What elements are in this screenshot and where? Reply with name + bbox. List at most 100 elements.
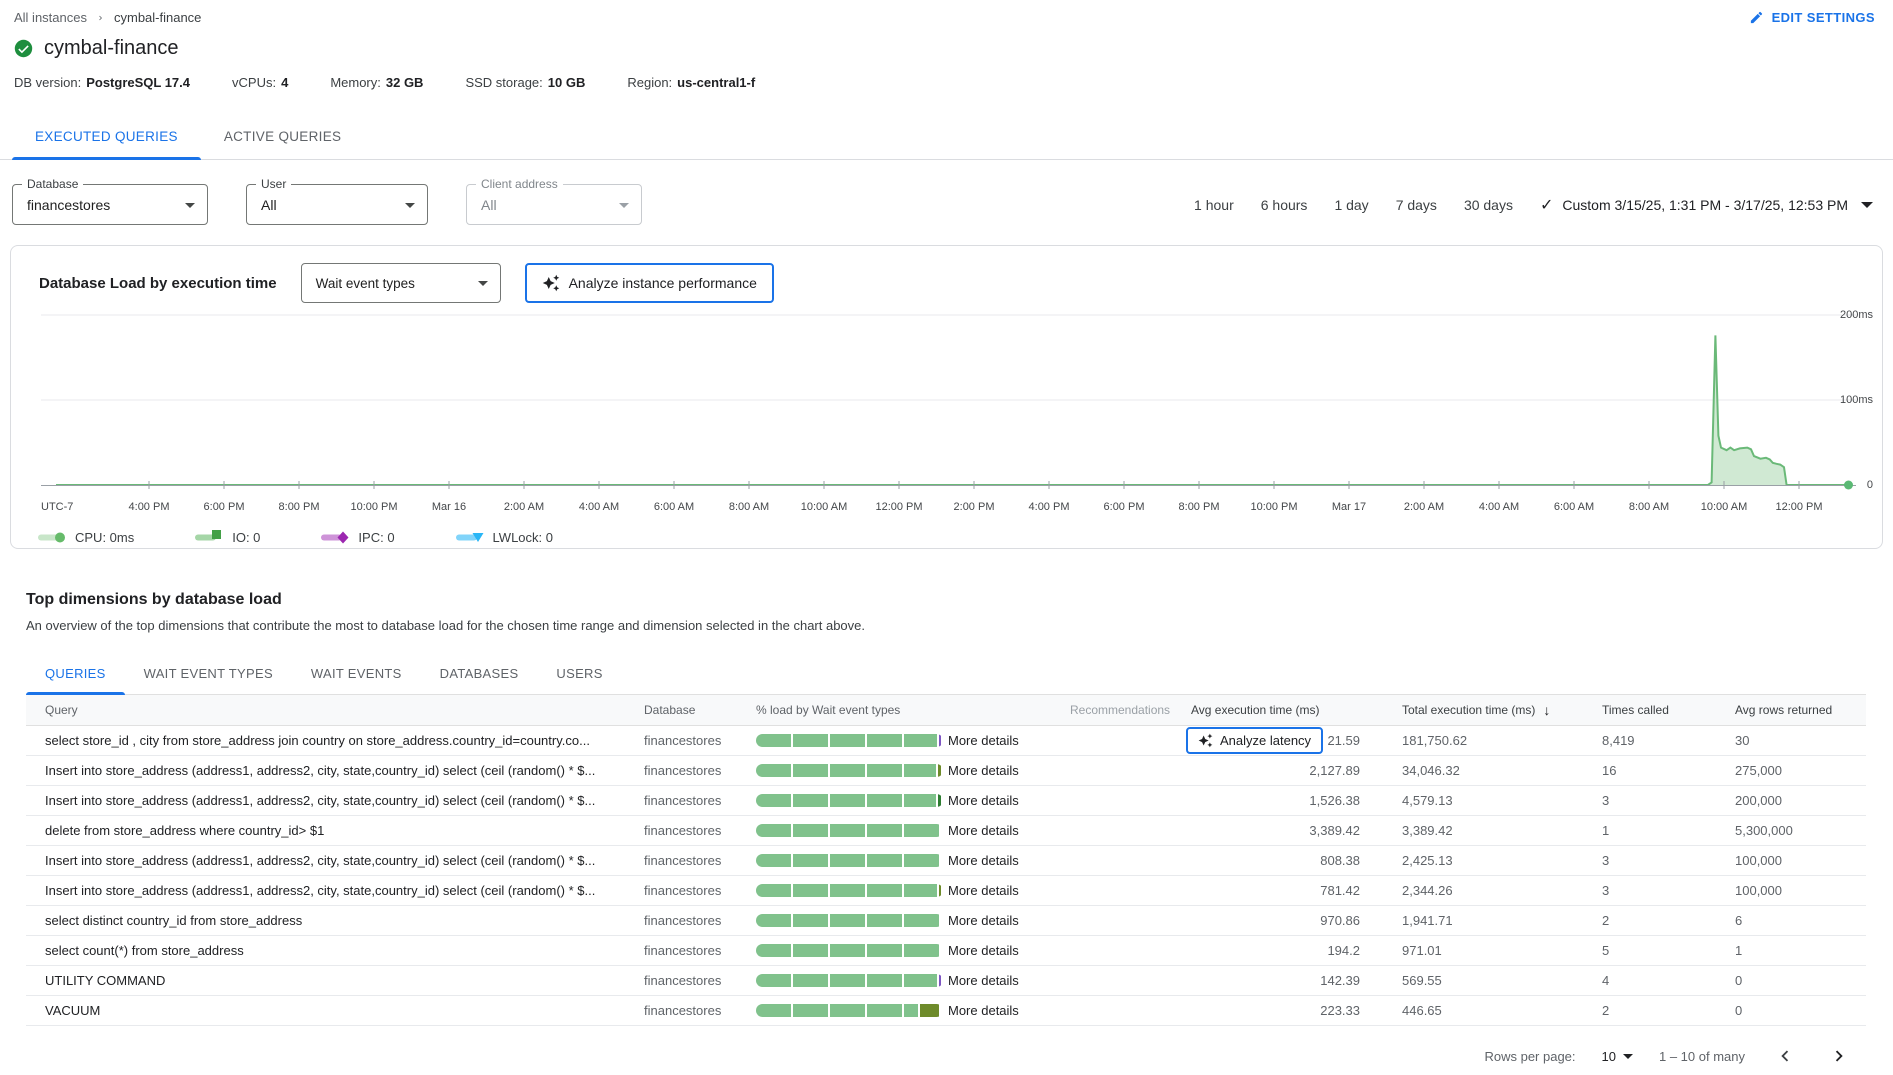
edit-settings-label: EDIT SETTINGS [1772,10,1875,25]
analyze-instance-performance-button[interactable]: Analyze instance performance [525,263,774,303]
column-header-avg-execution-time-ms-[interactable]: Avg execution time (ms) [1178,703,1368,717]
dimension-tab-users[interactable]: USERS [537,653,621,694]
load-bar-segment [830,734,865,747]
meta-value: 10 GB [548,75,586,90]
x-tick-label: 10:00 PM [350,501,397,513]
more-details-link[interactable]: More details [944,973,1056,988]
chart-dimension-select[interactable]: Wait event types [301,263,501,303]
tab-active-queries[interactable]: ACTIVE QUERIES [201,114,364,159]
more-details-link[interactable]: More details [944,853,1056,868]
database-load-chart[interactable]: UTC-7 4:00 PM6:00 PM8:00 PM10:00 PMMar 1… [11,307,1882,552]
column-header-label: Recommendations [1070,703,1170,717]
load-bar-segment [904,764,936,777]
time-preset-1-day[interactable]: 1 day [1334,197,1368,213]
time-custom-button[interactable]: ✓ Custom 3/15/25, 1:31 PM - 3/17/25, 12:… [1540,195,1873,215]
column-header-times-called[interactable]: Times called [1596,703,1729,717]
times-called-cell: 2 [1596,913,1729,928]
dimension-tab-wait-events[interactable]: WAIT EVENTS [292,653,421,694]
more-details-link[interactable]: More details [944,823,1056,838]
query-cell[interactable]: select distinct country_id from store_ad… [26,913,620,928]
next-page-button[interactable] [1825,1042,1853,1070]
analyze-latency-button[interactable]: Analyze latency [1186,727,1323,754]
column-header-query[interactable]: Query [26,703,620,717]
avg-execution-time-value: 3,389.42 [1309,823,1360,838]
query-cell[interactable]: select store_id , city from store_addres… [26,733,620,748]
user-filter[interactable]: User All [246,184,428,225]
column-header-label: Total execution time (ms) [1402,703,1535,717]
x-tick-label: 4:00 AM [579,501,619,513]
avg-execution-time-value: 808.38 [1320,853,1360,868]
load-bar-segment [793,764,828,777]
avg-execution-time-cell: 2,127.89 [1178,763,1368,778]
column-header-database[interactable]: Database [620,703,738,717]
load-bar-segment [756,1004,791,1017]
avg-execution-time-cell: 3,389.42 [1178,823,1368,838]
query-cell[interactable]: UTILITY COMMAND [26,973,620,988]
top-dimensions-description: An overview of the top dimensions that c… [26,618,1893,633]
load-bar [756,1004,943,1017]
legend-item-cpu: CPU: 0ms [37,529,134,545]
query-cell[interactable]: delete from store_address where country_… [26,823,620,838]
user-filter-value: All [261,197,277,213]
breadcrumb-all-instances[interactable]: All instances [14,10,87,25]
load-bar-segment [830,1004,865,1017]
avg-rows-returned-cell: 200,000 [1729,793,1866,808]
more-details-link[interactable]: More details [944,943,1056,958]
more-details-link[interactable]: More details [944,883,1056,898]
more-details-link[interactable]: More details [944,913,1056,928]
database-cell: financestores [620,823,738,838]
total-execution-time-cell: 3,389.42 [1368,823,1596,838]
legend-item-lwlock: LWLock: 0 [455,529,553,545]
rows-per-page-select[interactable]: 10 [1602,1049,1633,1064]
time-preset-1-hour[interactable]: 1 hour [1194,197,1234,213]
times-called-cell: 3 [1596,883,1729,898]
x-tick-label: 4:00 PM [129,501,170,513]
query-cell[interactable]: select count(*) from store_address [26,943,620,958]
more-details-link[interactable]: More details [944,1003,1056,1018]
column-header-label: Avg rows returned [1735,703,1832,717]
load-bar-segment [867,974,902,987]
user-filter-label: User [256,177,291,191]
time-presets: 1 hour 6 hours 1 day 7 days 30 days [1194,197,1513,213]
query-cell[interactable]: Insert into store_address (address1, add… [26,793,620,808]
dimension-tab-databases[interactable]: DATABASES [421,653,538,694]
column-header-total-execution-time-ms-[interactable]: Total execution time (ms)↓ [1368,702,1596,718]
edit-settings-button[interactable]: EDIT SETTINGS [1749,10,1875,25]
column-header--load-by-wait-event-types[interactable]: % load by Wait event types [738,703,1056,717]
avg-execution-time-value: 970.86 [1320,913,1360,928]
analyze-instance-performance-label: Analyze instance performance [569,275,757,291]
more-details-link[interactable]: More details [944,733,1056,748]
table-row: Insert into store_address (address1, add… [26,876,1866,906]
query-cell[interactable]: Insert into store_address (address1, add… [26,853,620,868]
load-bar-segment [904,734,937,747]
pencil-icon [1749,10,1764,25]
more-details-link[interactable]: More details [944,763,1056,778]
database-filter[interactable]: Database financestores [12,184,208,225]
time-preset-7-days[interactable]: 7 days [1396,197,1437,213]
load-bar [756,854,943,867]
analyze-latency-label: Analyze latency [1220,733,1311,748]
load-bar-segment [938,764,941,777]
column-header-avg-rows-returned[interactable]: Avg rows returned [1729,703,1866,717]
column-header-recommendations[interactable]: Recommendations [1056,703,1178,717]
time-preset-6-hours[interactable]: 6 hours [1261,197,1308,213]
query-cell[interactable]: Insert into store_address (address1, add… [26,883,620,898]
total-execution-time-cell: 4,579.13 [1368,793,1596,808]
dimension-tab-wait-event-types[interactable]: WAIT EVENT TYPES [125,653,292,694]
tab-executed-queries[interactable]: EXECUTED QUERIES [12,114,201,159]
chevron-right-icon [1828,1045,1850,1067]
query-cell[interactable]: VACUUM [26,1003,620,1018]
previous-page-button[interactable] [1771,1042,1799,1070]
utc-offset-label: UTC-7 [41,501,73,513]
total-execution-time-cell: 446.65 [1368,1003,1596,1018]
time-preset-30-days[interactable]: 30 days [1464,197,1513,213]
legend-label: LWLock: 0 [493,530,553,545]
dimension-tab-queries[interactable]: QUERIES [26,653,125,694]
more-details-link[interactable]: More details [944,793,1056,808]
meta-label: vCPUs: [232,75,276,90]
load-bar-segment [904,974,937,987]
instance-meta-item: DB version:PostgreSQL 17.4 [14,75,190,90]
load-bar-cell [738,884,944,897]
query-cell[interactable]: Insert into store_address (address1, add… [26,763,620,778]
times-called-cell: 4 [1596,973,1729,988]
